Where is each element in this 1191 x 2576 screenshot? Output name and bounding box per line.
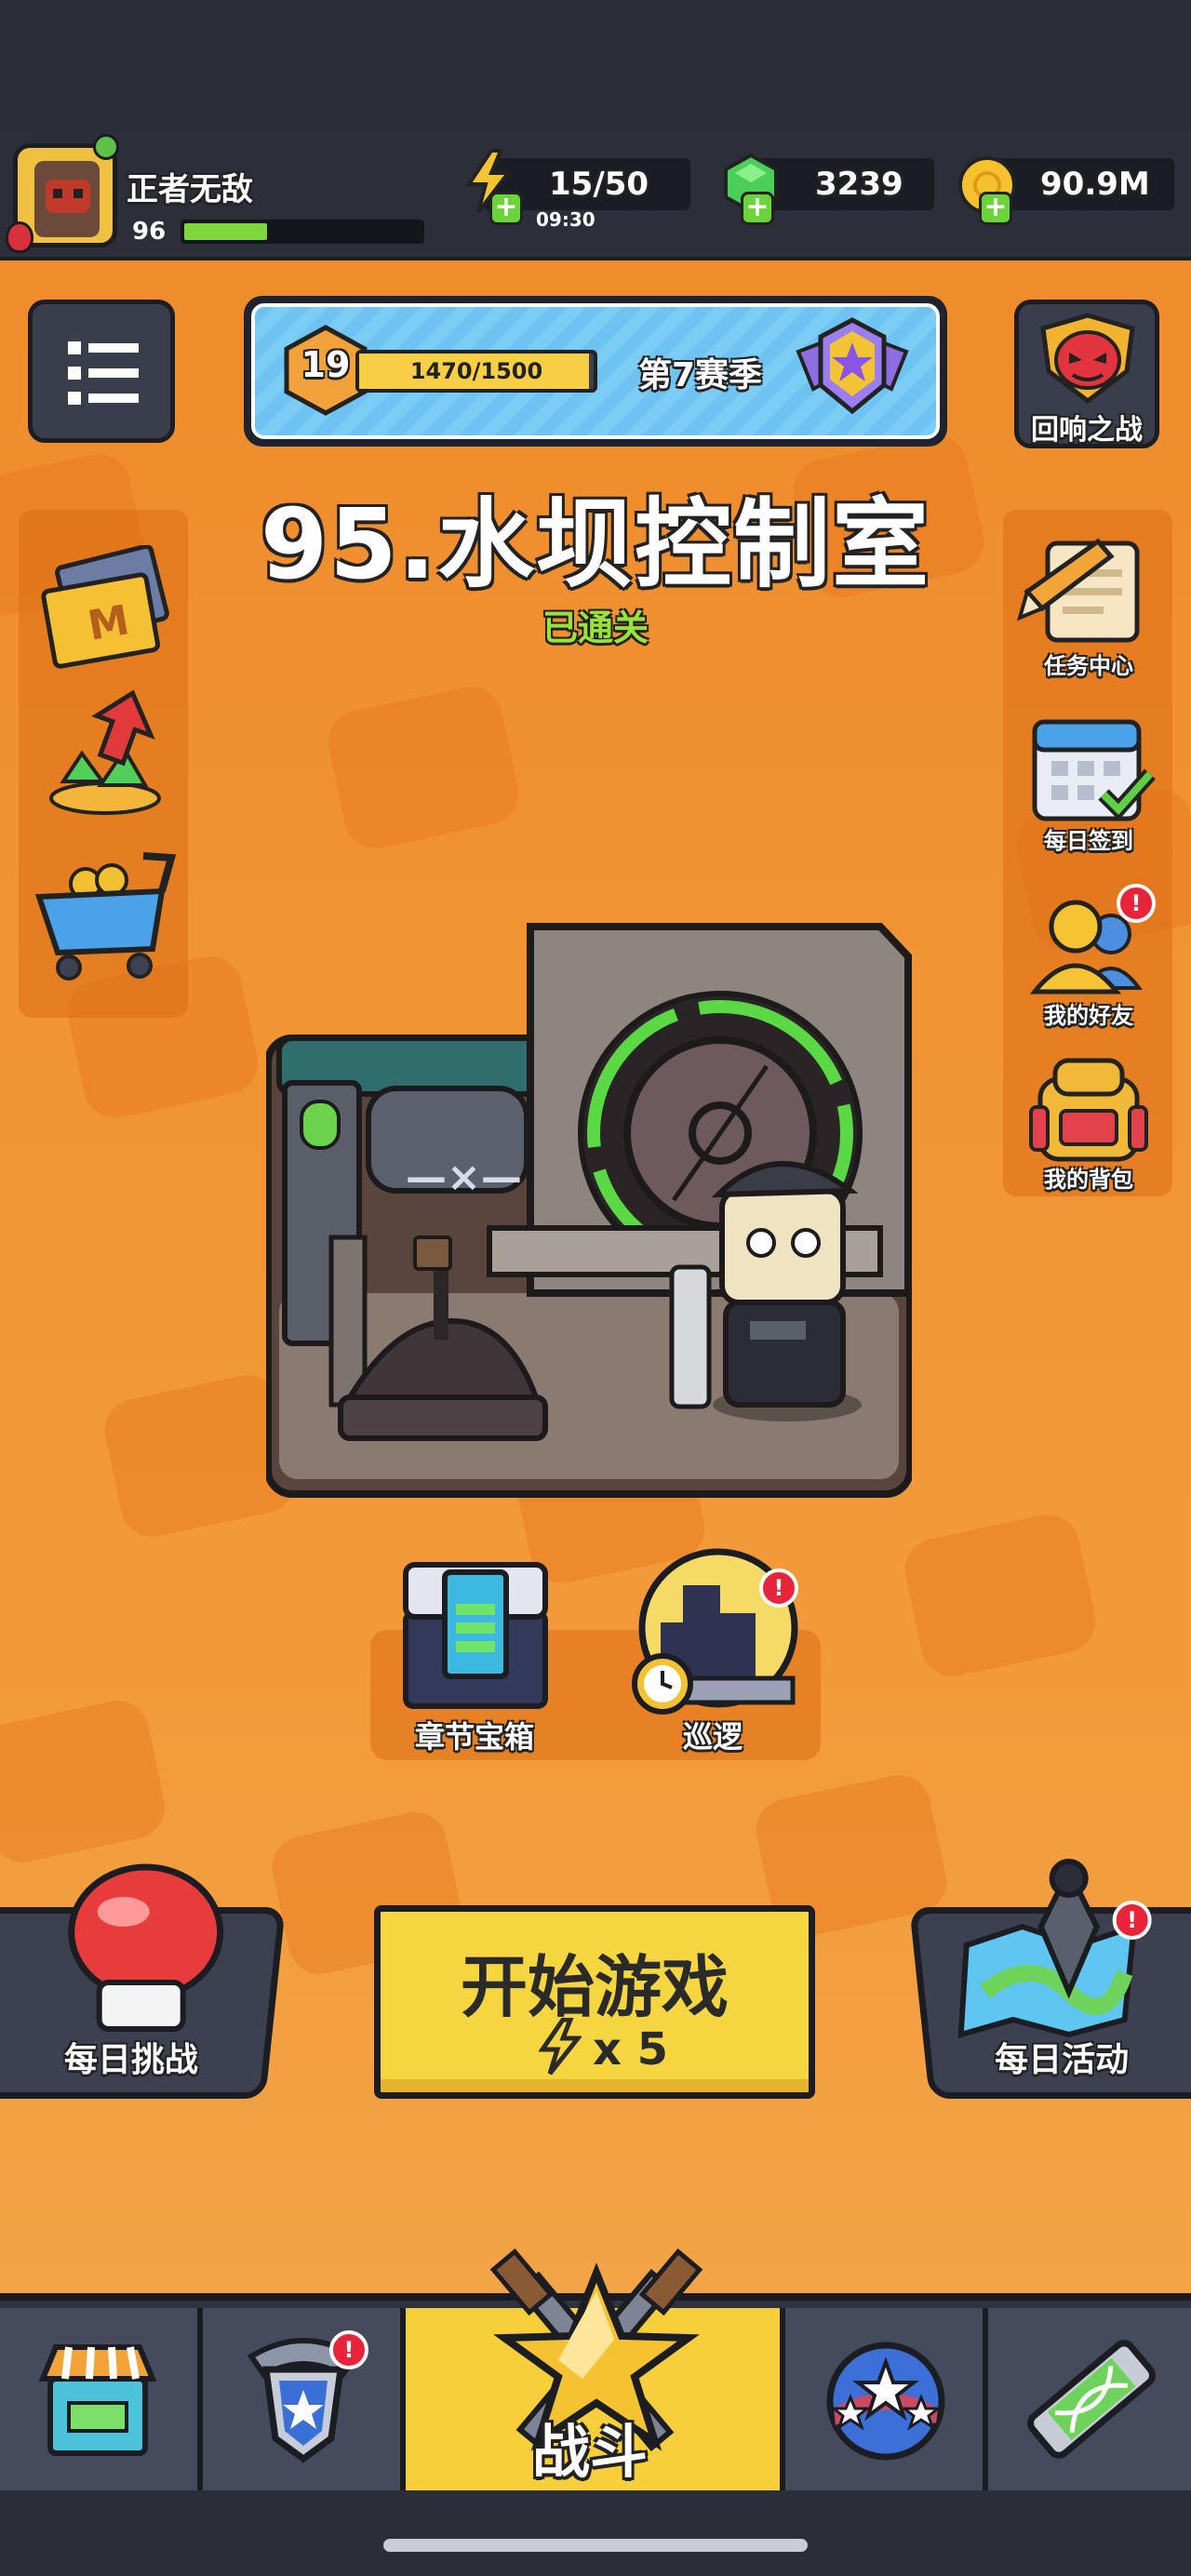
honor-alert-badge: !	[329, 2330, 368, 2369]
patrol-button[interactable]: ! 巡逻	[620, 1548, 806, 1762]
coin-value: 90.9M	[1040, 166, 1150, 203]
echo-battle-label: 回响之战	[1031, 414, 1143, 447]
add-coin-icon[interactable]: +	[979, 192, 1012, 225]
growth-boost-icon[interactable]	[35, 688, 175, 819]
nav-gene-tab[interactable]	[988, 2308, 1191, 2490]
daily-events-label: 每日活动	[995, 2041, 1130, 2079]
strawberry-icon	[6, 221, 33, 253]
chapter-chest-label: 章节宝箱	[414, 1719, 534, 1755]
add-energy-icon[interactable]: +	[489, 192, 523, 225]
home-indicator[interactable]	[383, 2539, 808, 2552]
top-status-bar: 正者无敌 96 15/50 + 09:30 3239 + 90.9M +	[0, 130, 1191, 260]
start-game-button[interactable]: 开始游戏 x 5	[374, 1905, 815, 2099]
menu-list-icon	[66, 336, 141, 410]
nav-honor-tab[interactable]: !	[203, 2308, 406, 2490]
shop-store-icon	[37, 2342, 158, 2461]
player-xp-fill	[184, 223, 267, 240]
patrol-label: 巡逻	[682, 1719, 743, 1755]
shop-cart-icon[interactable]	[32, 839, 179, 984]
player-name: 正者无敌	[127, 171, 253, 208]
nav-talent-tab[interactable]	[785, 2308, 988, 2490]
svg-text:—×—: —×—	[406, 1154, 522, 1201]
my-friends-label: 我的好友	[1044, 1003, 1133, 1029]
player-level: 96	[132, 218, 167, 246]
add-gem-icon[interactable]: +	[741, 192, 774, 225]
season-pass-banner[interactable]: 19 1470/1500 第7赛季	[244, 296, 947, 447]
energy-cost-value: x 5	[593, 2023, 669, 2075]
daily-challenge-label: 每日挑战	[63, 2041, 198, 2079]
start-game-label: 开始游戏	[460, 1948, 729, 2026]
player-profile[interactable]: 正者无敌 96	[0, 130, 447, 260]
bottom-navigation: ! 战斗	[0, 2248, 1191, 2490]
energy-timer: 09:30	[536, 208, 596, 231]
daily-signin-button[interactable]: 每日签到	[1014, 709, 1163, 858]
star-orb-icon	[824, 2340, 947, 2466]
boxing-glove-icon	[49, 1858, 235, 2048]
my-backpack-button[interactable]: 我的背包	[1014, 1051, 1163, 1200]
season-progress-bar: 1470/1500	[355, 350, 597, 393]
patrol-alert-badge: !	[759, 1568, 798, 1608]
my-backpack-label: 我的背包	[1044, 1167, 1133, 1193]
battle-tab-label: 战斗	[531, 2418, 648, 2486]
daily-signin-label: 每日签到	[1044, 828, 1133, 854]
season-progress-text: 1470/1500	[409, 358, 543, 384]
monthly-card-icon[interactable]: M	[35, 543, 175, 675]
stage-illustration[interactable]: —×—	[264, 921, 914, 1507]
chapter-chest-button[interactable]: 章节宝箱	[381, 1554, 568, 1768]
daily-challenge-button[interactable]: 每日挑战	[0, 1863, 286, 2099]
clover-icon	[93, 134, 119, 160]
dna-capsule-icon	[1022, 2334, 1161, 2468]
energy-value: 15/50	[549, 166, 649, 203]
echo-battle-button[interactable]: 回响之战	[1014, 300, 1159, 448]
demon-shield-icon	[1036, 312, 1140, 405]
energy-cost-bolt-icon	[538, 2017, 583, 2079]
daily-events-button[interactable]: ! 每日活动	[909, 1859, 1191, 2099]
treasure-chest-icon	[396, 1557, 555, 1719]
season-rank-emblem-icon	[795, 314, 910, 422]
season-label: 第7赛季	[638, 356, 763, 394]
task-center-label: 任务中心	[1044, 653, 1133, 679]
svg-text:M: M	[85, 596, 133, 650]
friends-alert-badge: !	[1117, 884, 1156, 923]
player-xp-bar	[181, 220, 424, 244]
gem-value: 3239	[815, 166, 903, 203]
map-pin-icon	[957, 1852, 1144, 2042]
season-level: 19	[301, 344, 351, 385]
nav-battle-tab[interactable]: 战斗	[406, 2248, 785, 2490]
my-friends-button[interactable]: 我的好友 !	[1014, 884, 1163, 1033]
daily-events-alert-badge: !	[1112, 1901, 1152, 1940]
nav-shop-tab[interactable]	[0, 2308, 203, 2490]
task-center-button[interactable]: 任务中心	[1014, 534, 1163, 683]
menu-button[interactable]	[28, 300, 175, 443]
